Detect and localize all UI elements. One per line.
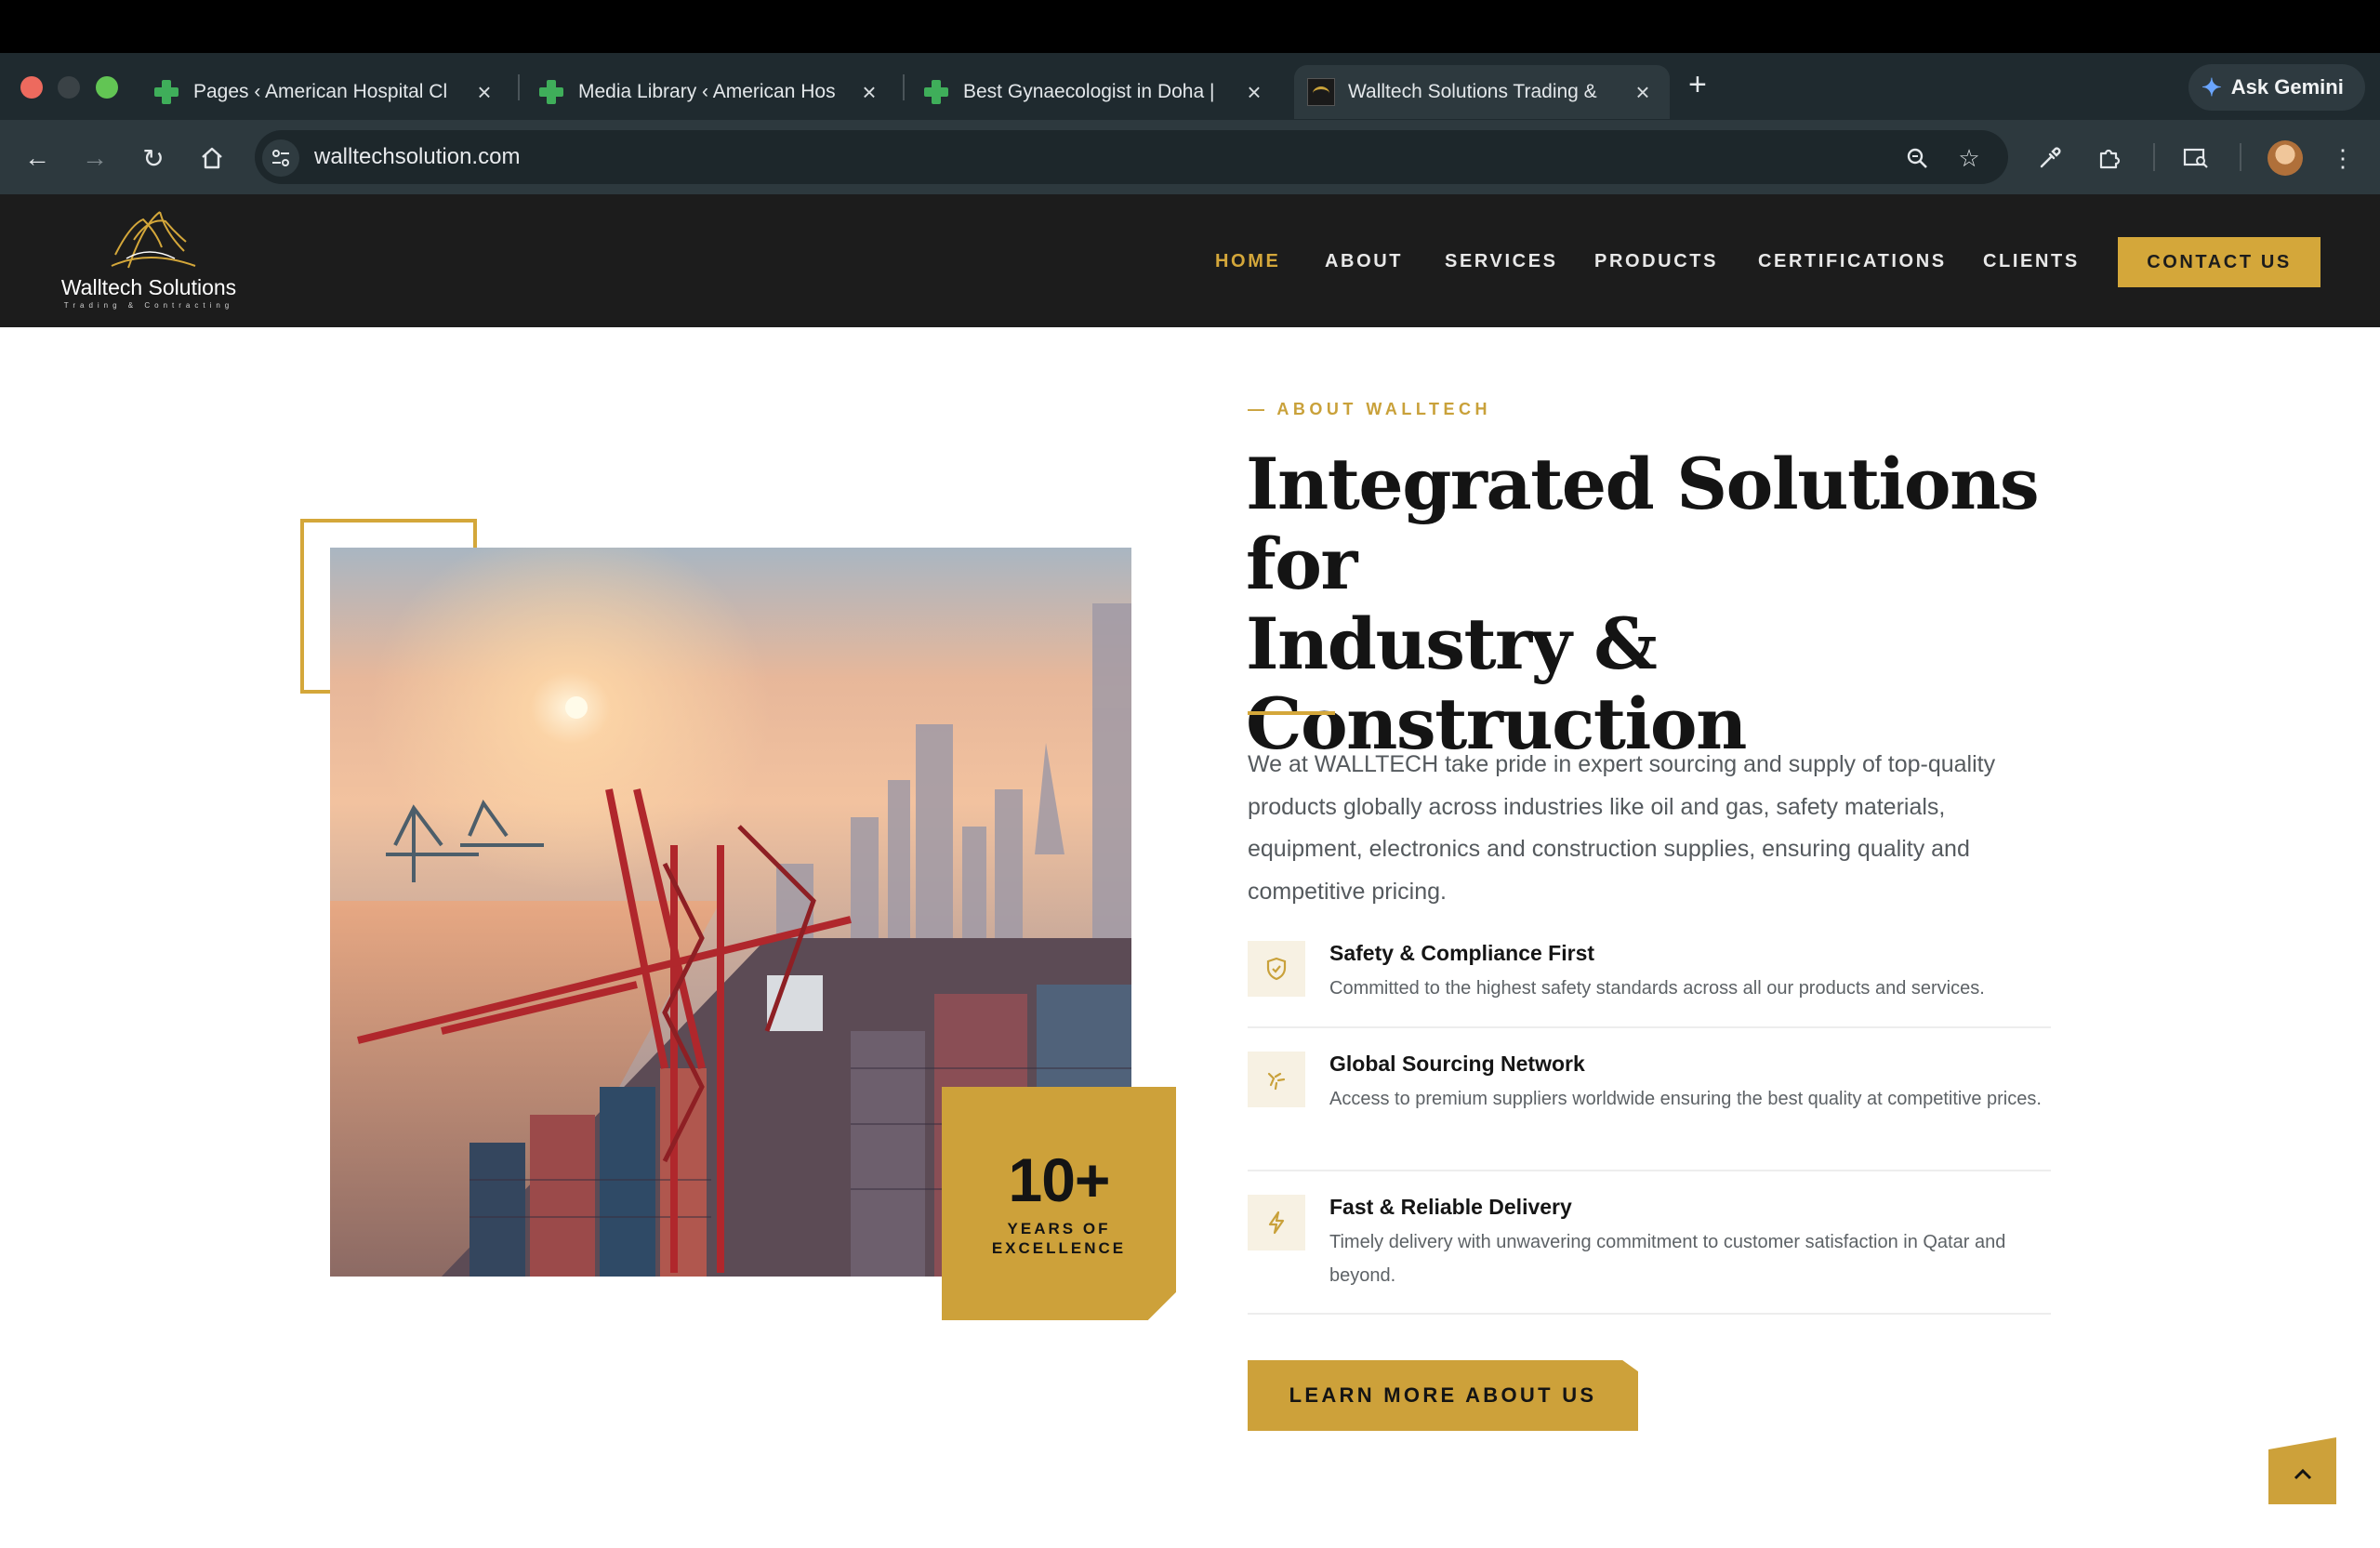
sparkle-icon xyxy=(1248,1052,1305,1107)
chevron-up-icon xyxy=(2294,1468,2311,1480)
nav-home[interactable]: HOME xyxy=(1215,251,1280,272)
browser-tab-media-library[interactable]: Media Library ‹ American Hos × xyxy=(524,65,896,119)
nav-products[interactable]: PRODUCTS xyxy=(1594,251,1718,272)
title-underline xyxy=(1248,711,1335,715)
more-menu-icon[interactable]: ⋮ xyxy=(2324,139,2361,177)
tab-title: Pages ‹ American Hospital Cl xyxy=(193,81,448,102)
scroll-to-top-button[interactable] xyxy=(2268,1437,2336,1504)
bookmark-star-icon[interactable]: ☆ xyxy=(1950,139,1988,177)
feature-title: Global Sourcing Network xyxy=(1329,1052,1585,1076)
eyedropper-icon[interactable] xyxy=(2031,139,2069,177)
page-title: Integrated Solutions for Industry & Cons… xyxy=(1246,444,2082,764)
feature-divider xyxy=(1248,1170,2051,1171)
nav-services[interactable]: SERVICES xyxy=(1445,251,1558,272)
reload-icon[interactable]: ↻ xyxy=(135,139,172,177)
new-tab-icon[interactable]: + xyxy=(1688,67,1707,103)
feature-item-delivery: Fast & Reliable Delivery Timely delivery… xyxy=(1248,1195,2051,1306)
feature-title: Safety & Compliance First xyxy=(1329,941,1595,965)
badge-label: YEARS OF EXCELLENCE xyxy=(942,1219,1176,1258)
years-of-excellence-badge: 10+ YEARS OF EXCELLENCE xyxy=(942,1087,1176,1320)
green-plus-icon xyxy=(537,78,565,106)
close-window-button[interactable] xyxy=(20,76,43,99)
walltech-favicon-icon xyxy=(1307,78,1335,106)
browser-tab-pages[interactable]: Pages ‹ American Hospital Cl × xyxy=(139,65,511,119)
maximize-window-button[interactable] xyxy=(96,76,118,99)
zoom-icon[interactable] xyxy=(1898,139,1936,177)
profile-avatar[interactable] xyxy=(2268,140,2303,176)
feature-item-safety: Safety & Compliance First Committed to t… xyxy=(1248,941,2051,1025)
nav-certifications[interactable]: CERTIFICATIONS xyxy=(1758,251,1947,272)
feature-description: Committed to the highest safety standard… xyxy=(1329,978,1985,999)
intro-paragraph: We at WALLTECH take pride in expert sour… xyxy=(1248,751,1996,905)
address-text: walltechsolution.com xyxy=(314,144,521,169)
green-plus-icon xyxy=(152,78,180,106)
home-icon[interactable] xyxy=(193,139,231,177)
feature-item-sourcing: Global Sourcing Network Access to premiu… xyxy=(1248,1052,2051,1163)
feature-description: Access to premium suppliers worldwide en… xyxy=(1329,1089,2042,1109)
extensions-puzzle-icon[interactable] xyxy=(2091,139,2128,177)
contact-us-button[interactable]: CONTACT US xyxy=(2118,237,2320,287)
address-bar[interactable]: walltechsolution.com xyxy=(255,130,2008,184)
learn-more-button[interactable]: LEARN MORE ABOUT US xyxy=(1248,1360,1638,1431)
badge-label-line1: YEARS OF xyxy=(1007,1220,1111,1237)
browser-tab-walltech[interactable]: Walltech Solutions Trading & × xyxy=(1294,65,1670,119)
close-tab-icon[interactable]: × xyxy=(1629,78,1657,107)
logo-arches-icon xyxy=(111,211,196,269)
feature-divider xyxy=(1248,1313,2051,1315)
close-tab-icon[interactable]: × xyxy=(855,78,883,107)
logo-name: Walltech Solutions xyxy=(60,275,237,299)
browser-tab-gynaecologist[interactable]: Best Gynaecologist in Doha | × xyxy=(909,65,1281,119)
tab-search-icon[interactable] xyxy=(2177,139,2215,177)
close-tab-icon[interactable]: × xyxy=(1240,78,1268,107)
feature-description: Timely delivery with unwavering commitme… xyxy=(1329,1232,2006,1286)
nav-clients[interactable]: CLIENTS xyxy=(1983,251,2080,272)
gemini-sparkle-icon: ✦ xyxy=(2202,73,2222,101)
back-arrow-icon[interactable]: ← xyxy=(19,139,56,177)
badge-label-line2: EXCELLENCE xyxy=(991,1239,1127,1257)
feature-title: Fast & Reliable Delivery xyxy=(1329,1195,1572,1219)
logo-tagline: Trading & Contracting xyxy=(63,301,234,310)
tab-title: Walltech Solutions Trading & xyxy=(1348,81,1597,102)
green-plus-icon xyxy=(922,78,950,106)
tab-title: Best Gynaecologist in Doha | xyxy=(963,81,1215,102)
ask-gemini-button[interactable]: ✦ Ask Gemini xyxy=(2188,64,2365,111)
tab-title: Media Library ‹ American Hos xyxy=(578,81,836,102)
toolbar-divider xyxy=(2240,143,2241,171)
close-tab-icon[interactable]: × xyxy=(470,78,498,107)
os-menu-bar xyxy=(0,0,2380,53)
headline-line: Industry & xyxy=(1246,602,1658,685)
minimize-window-button[interactable] xyxy=(58,76,80,99)
ask-gemini-label: Ask Gemini xyxy=(2230,75,2344,99)
tab-divider xyxy=(903,74,905,100)
section-eyebrow: — ABOUT WALLTECH xyxy=(1248,400,1491,418)
forward-arrow-icon[interactable]: → xyxy=(76,139,113,177)
headline-line: Integrated Solutions for xyxy=(1246,443,2040,605)
site-settings-icon[interactable] xyxy=(262,139,299,177)
badge-number: 10+ xyxy=(1008,1145,1111,1214)
toolbar-divider xyxy=(2153,143,2155,171)
nav-about[interactable]: ABOUT xyxy=(1325,251,1403,272)
tab-divider xyxy=(518,74,520,100)
feature-divider xyxy=(1248,1026,2051,1028)
walltech-logo[interactable]: Walltech Solutions Trading & Contracting xyxy=(56,205,242,316)
shield-icon xyxy=(1248,941,1305,997)
lightning-icon xyxy=(1248,1195,1305,1250)
